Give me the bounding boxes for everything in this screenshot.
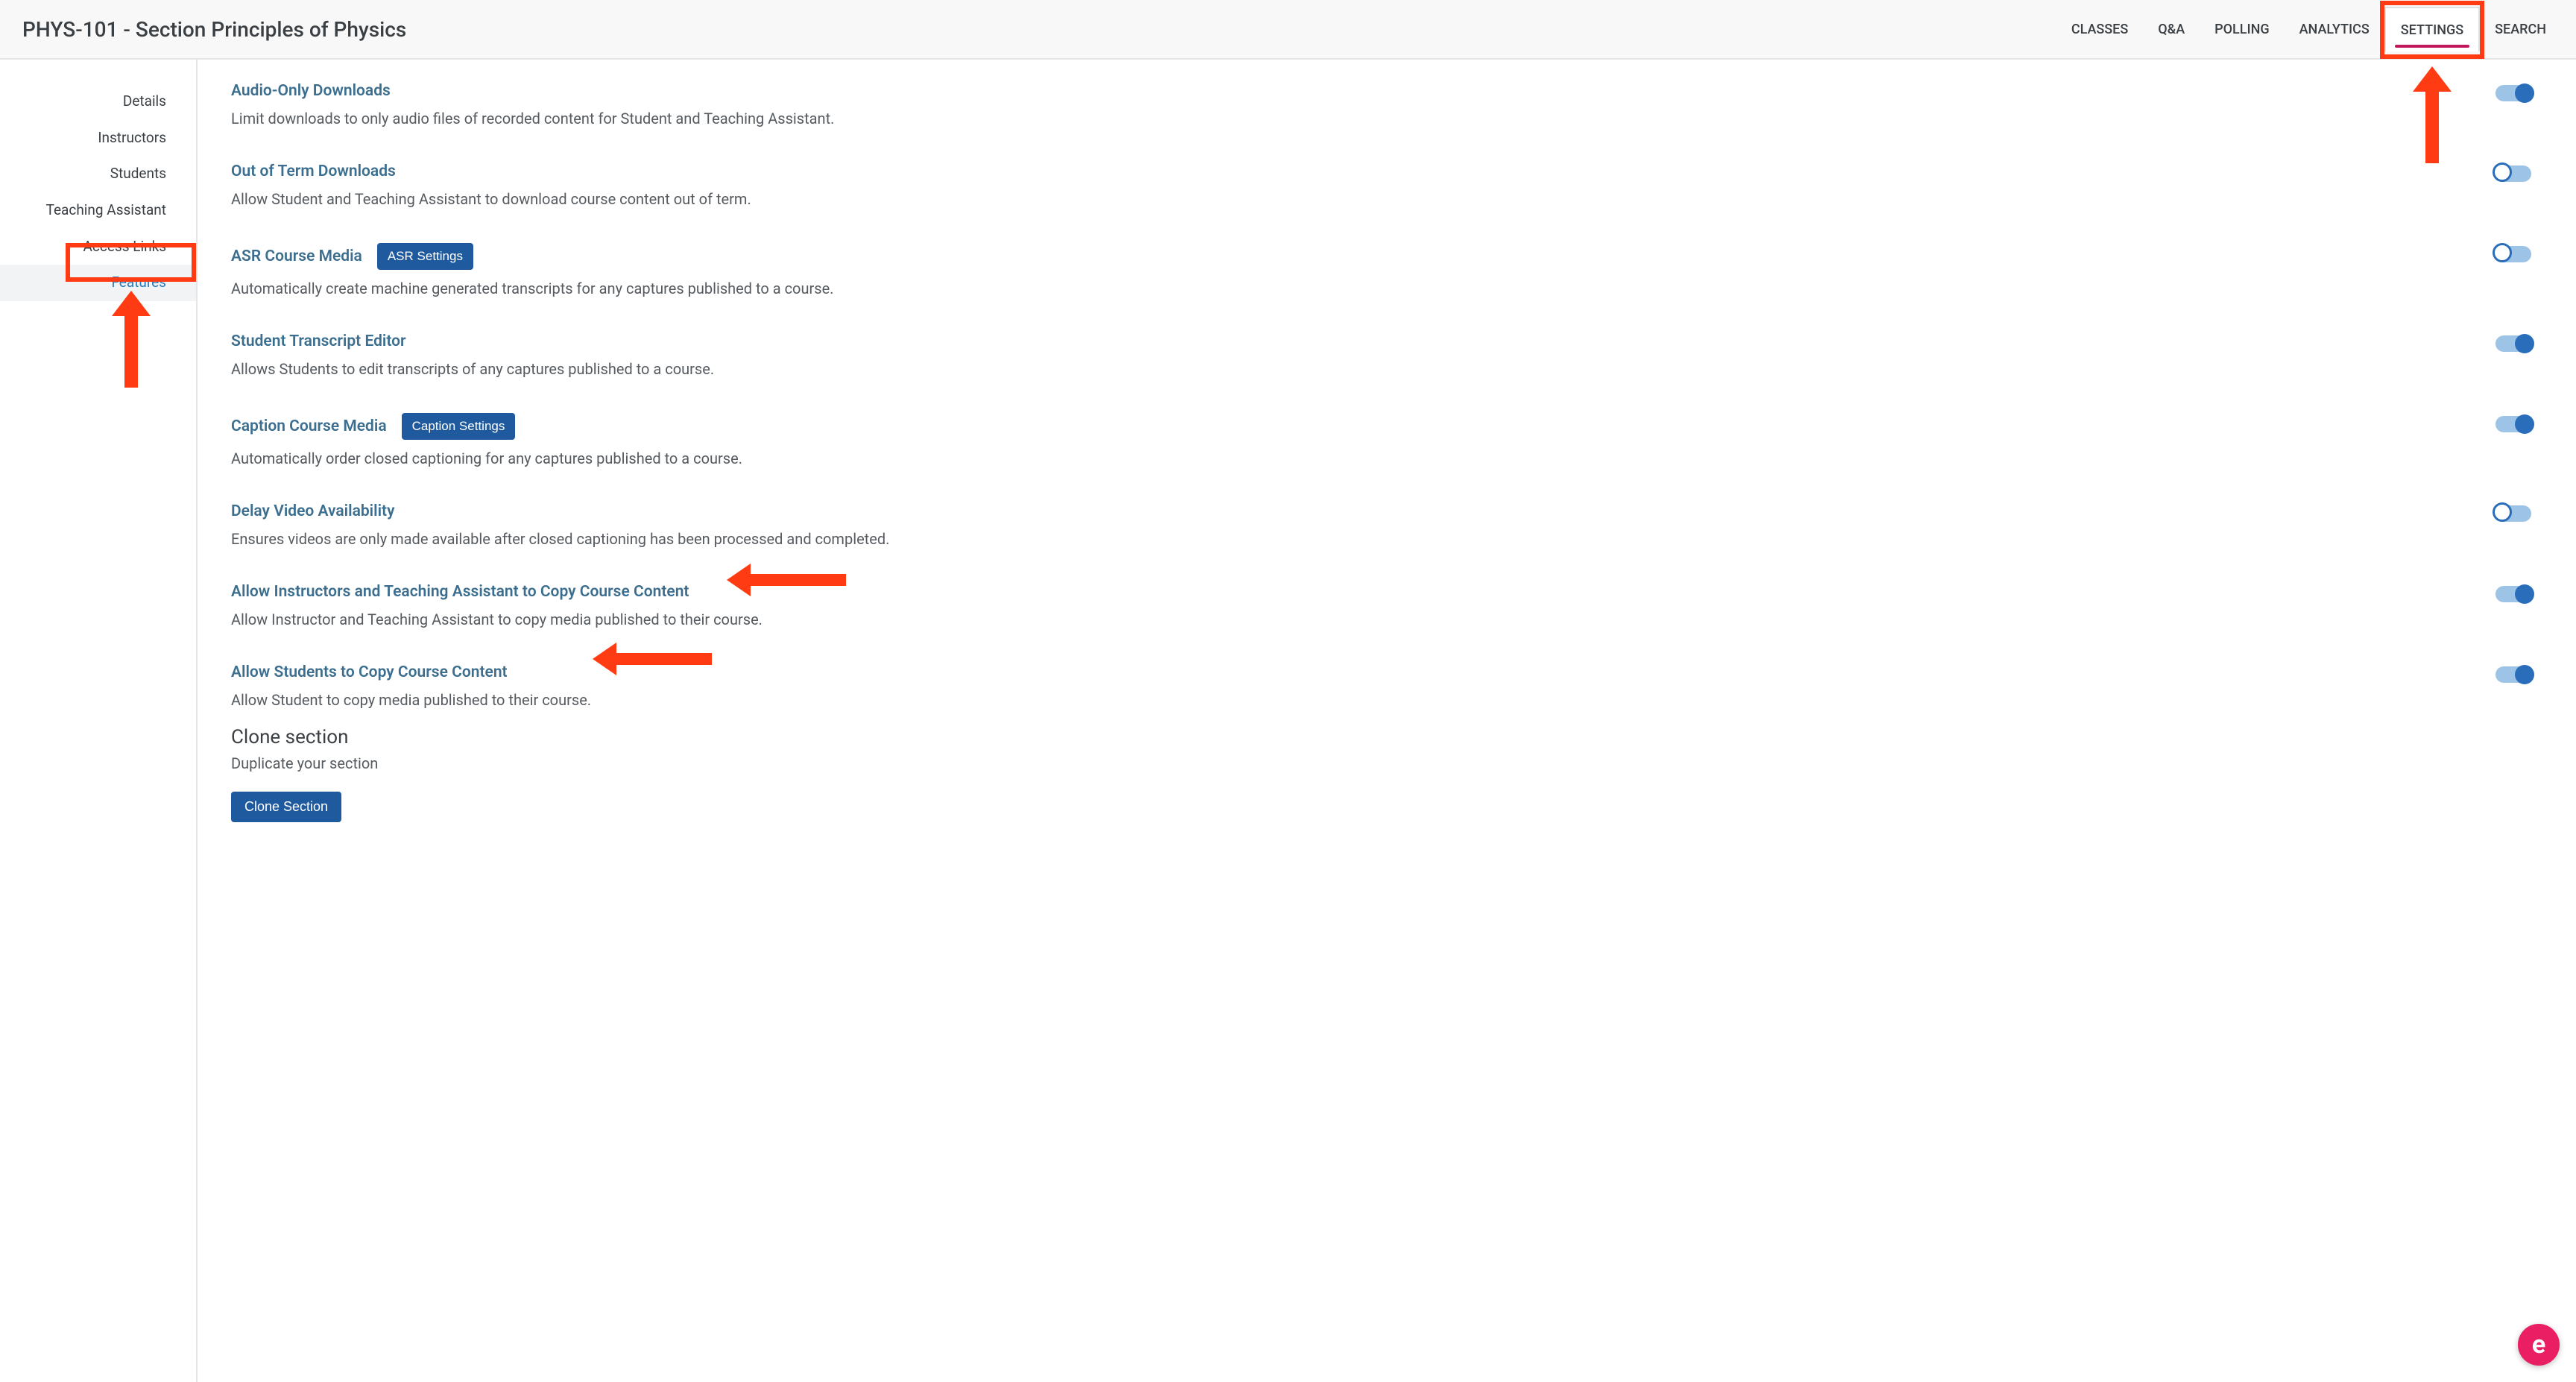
sidebar-item-details[interactable]: Details [0,83,196,120]
feature-audio-only: Audio-Only Downloads Limit downloads to … [231,82,2531,130]
toggle-out-of-term[interactable] [2496,165,2531,182]
toggle-allow-instr-copy[interactable] [2496,586,2531,602]
tab-search[interactable]: SEARCH [2480,7,2561,51]
feature-desc: Automatically order closed captioning fo… [231,447,2466,470]
feature-desc: Allow Instructor and Teaching Assistant … [231,608,2466,631]
tab-qa[interactable]: Q&A [2143,7,2200,51]
feature-desc: Limit downloads to only audio files of r… [231,107,2466,130]
toggle-caption[interactable] [2496,416,2531,432]
tab-analytics[interactable]: ANALYTICS [2285,7,2384,51]
topbar: PHYS-101 - Section Principles of Physics… [0,0,2576,60]
feature-desc: Allow Student to copy media published to… [231,689,2466,711]
tab-underline [2395,45,2469,48]
feature-allow-instr-copy: Allow Instructors and Teaching Assistant… [231,583,2531,631]
feature-title: Allow Students to Copy Course Content [231,663,508,681]
clone-heading: Clone section [231,726,2531,748]
help-badge[interactable]: e [2518,1324,2560,1366]
toggle-delay-video[interactable] [2496,505,2531,522]
toggle-allow-students-copy[interactable] [2496,666,2531,683]
toggle-student-transcript[interactable] [2496,335,2531,352]
tab-polling[interactable]: POLLING [2200,7,2284,51]
feature-title: Student Transcript Editor [231,332,406,350]
sidebar-item-access-links[interactable]: Access Links [0,229,196,265]
feature-title: Audio-Only Downloads [231,82,391,100]
feature-title: Allow Instructors and Teaching Assistant… [231,583,689,601]
tab-row: CLASSES Q&A POLLING ANALYTICS SETTINGS S… [2056,0,2561,58]
feature-desc: Automatically create machine generated t… [231,277,2466,300]
sidebar-item-teaching-assistant[interactable]: Teaching Assistant [0,192,196,229]
clone-section: Clone section Duplicate your section Clo… [231,726,2531,822]
toggle-audio-only[interactable] [2496,85,2531,101]
annotation-arrow-features [112,291,151,388]
feature-desc: Allows Students to edit transcripts of a… [231,358,2466,380]
feature-asr: ASR Course Media ASR Settings Automatica… [231,243,2531,300]
tab-settings-label: SETTINGS [2401,22,2463,38]
feature-title: ASR Course Media [231,247,362,265]
feature-caption: Caption Course Media Caption Settings Au… [231,413,2531,470]
main-content: Audio-Only Downloads Limit downloads to … [198,60,2576,1382]
feature-allow-students-copy: Allow Students to Copy Course Content Al… [231,663,2531,711]
feature-out-of-term: Out of Term Downloads Allow Student and … [231,163,2531,210]
toggle-asr[interactable] [2496,246,2531,262]
clone-sub: Duplicate your section [231,754,2531,772]
tab-settings[interactable]: SETTINGS [2384,7,2480,51]
asr-settings-button[interactable]: ASR Settings [377,243,473,270]
sidebar-item-students[interactable]: Students [0,156,196,192]
feature-title: Out of Term Downloads [231,163,396,180]
feature-delay-video: Delay Video Availability Ensures videos … [231,502,2531,550]
sidebar-item-instructors[interactable]: Instructors [0,120,196,157]
feature-desc: Allow Student and Teaching Assistant to … [231,188,2466,210]
feature-title: Delay Video Availability [231,502,395,520]
page-title: PHYS-101 - Section Principles of Physics [22,17,406,42]
body: Details Instructors Students Teaching As… [0,60,2576,1382]
feature-desc: Ensures videos are only made available a… [231,528,2466,550]
feature-title: Caption Course Media [231,417,387,435]
feature-student-transcript: Student Transcript Editor Allows Student… [231,332,2531,380]
sidebar: Details Instructors Students Teaching As… [0,60,198,1382]
tab-classes[interactable]: CLASSES [2056,7,2143,51]
sidebar-item-features[interactable]: Features [0,265,196,301]
caption-settings-button[interactable]: Caption Settings [402,413,516,440]
clone-section-button[interactable]: Clone Section [231,792,341,822]
